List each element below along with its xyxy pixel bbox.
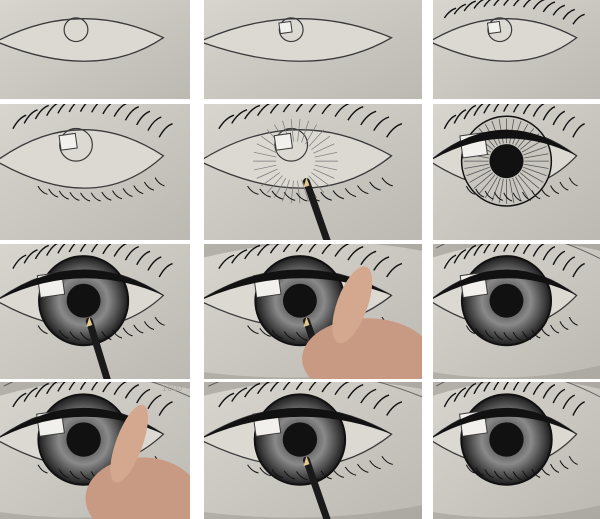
step-panel-3 xyxy=(433,0,600,99)
step-panel-7 xyxy=(0,244,190,379)
eye-drawing-step-9 xyxy=(433,244,600,379)
eye-drawing-step-6 xyxy=(433,104,600,240)
step-panel-5 xyxy=(204,104,422,240)
step-panel-6 xyxy=(433,104,600,240)
eye-drawing-tutorial-collage: 1000 xyxy=(0,0,600,519)
eye-drawing-step-5 xyxy=(204,104,422,240)
step-panel-8 xyxy=(204,244,422,379)
highlight-box xyxy=(486,20,502,35)
eye-drawing-step-2 xyxy=(204,0,422,99)
step-panel-1 xyxy=(0,0,190,99)
watermark-text: 1000 xyxy=(162,384,183,393)
eye-drawing-step-1 xyxy=(0,0,190,99)
pupil xyxy=(66,422,101,457)
eye-drawing-step-3 xyxy=(433,0,600,99)
pupil xyxy=(489,144,524,179)
eye-drawing-step-12 xyxy=(433,382,600,519)
eye-drawing-step-4 xyxy=(0,104,190,240)
step-panel-10: 1000 xyxy=(0,382,190,519)
eye-drawing-step-7 xyxy=(0,244,190,379)
eye-drawing-step-10 xyxy=(0,382,190,519)
step-panel-11 xyxy=(204,382,422,519)
step-panel-4 xyxy=(0,104,190,240)
highlight-box xyxy=(273,132,294,151)
step-panel-9 xyxy=(433,244,600,379)
pupil xyxy=(282,422,318,457)
pupil xyxy=(66,283,101,318)
step-panel-2 xyxy=(204,0,422,99)
step-panel-12 xyxy=(433,382,600,519)
eye-drawing-step-8 xyxy=(204,244,422,379)
pupil xyxy=(489,283,524,318)
pupil xyxy=(489,422,524,457)
highlight-box xyxy=(58,132,78,151)
pupil xyxy=(282,283,317,318)
highlight-box xyxy=(278,20,293,35)
eye-drawing-step-11 xyxy=(204,382,422,519)
